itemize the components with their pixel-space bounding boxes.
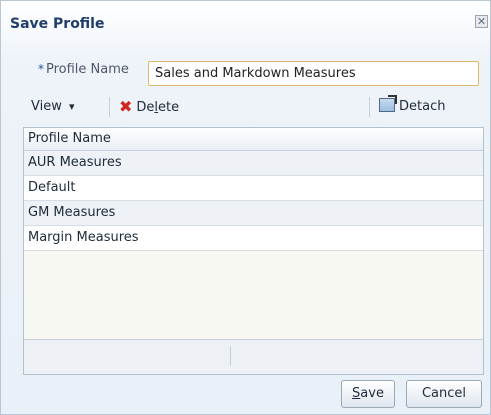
table-footer [24,339,483,374]
table-row[interactable]: Margin Measures [24,226,483,251]
delete-label-part: De [136,100,155,115]
view-label: View [31,99,62,114]
save-profile-dialog: Save Profile ✕ *Profile Name View ▾ ✖Del… [0,0,491,415]
column-header-profile-name[interactable]: Profile Name [24,128,483,151]
cancel-button[interactable]: Cancel [406,380,482,408]
table-row[interactable]: AUR Measures [24,151,483,176]
required-marker: * [38,62,44,76]
close-icon[interactable]: ✕ [475,15,488,28]
table-row[interactable]: GM Measures [24,201,483,226]
profile-name-input[interactable] [148,61,479,86]
profile-toolbar: View ▾ ✖ Delete Detach [23,93,483,121]
toolbar-separator [109,97,110,117]
toolbar-separator [369,97,370,117]
save-label-rest: ave [360,386,384,401]
chevron-down-icon: ▾ [69,100,75,113]
save-button[interactable]: Save [341,380,395,408]
delete-icon: ✖ [119,97,133,116]
detach-button[interactable]: Detach [379,93,445,121]
detach-label: Detach [399,99,446,114]
profiles-table: Profile Name AUR Measures Default GM Mea… [23,127,484,375]
profile-name-label-row: * Profile Name [38,62,129,77]
view-menu-button[interactable]: View ▾ [31,93,75,121]
delete-button[interactable]: ✖ Delete [119,93,179,121]
table-row[interactable]: Default [24,176,483,201]
footer-divider [230,346,231,366]
profile-name-label: Profile Name [46,62,129,77]
dialog-title: Save Profile [10,16,105,32]
detach-icon [379,95,397,112]
delete-label-part: ete [158,100,180,115]
